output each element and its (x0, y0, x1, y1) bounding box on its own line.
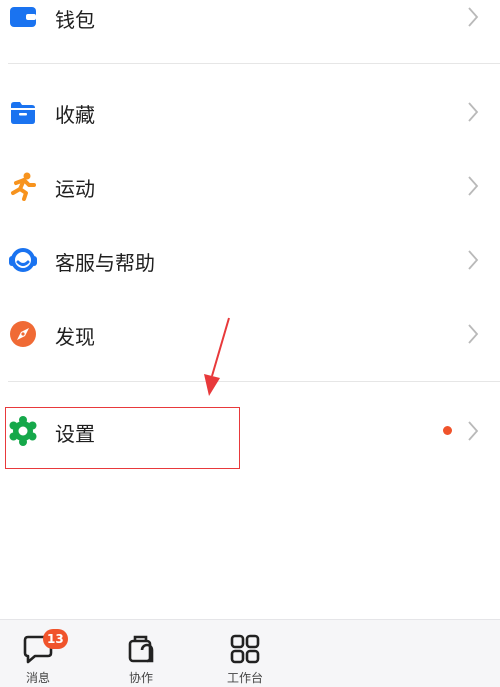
menu-item-label: 运动 (55, 177, 95, 201)
chevron-right-icon (468, 102, 479, 122)
divider (8, 381, 500, 382)
divider (8, 63, 500, 64)
customer-service-icon (8, 245, 38, 275)
workbench-grid-icon (230, 634, 260, 664)
tab-label: 协作 (128, 671, 153, 685)
menu-item-label: 钱包 (55, 8, 95, 32)
annotation-arrow-icon (204, 317, 230, 396)
unread-count-badge: 13 (43, 629, 68, 649)
collaboration-icon (128, 635, 154, 663)
chevron-right-icon (468, 250, 479, 270)
chevron-right-icon (468, 324, 479, 344)
chevron-right-icon (468, 176, 479, 196)
menu-item-label: 收藏 (55, 103, 95, 127)
menu-item-customer-service[interactable]: 客服与帮助 (0, 236, 500, 284)
wallet-icon (8, 2, 38, 32)
chevron-right-icon (468, 421, 479, 441)
chevron-right-icon (468, 7, 479, 27)
tab-label: 消息 (25, 671, 50, 685)
folder-icon (8, 97, 38, 127)
menu-item-label: 发现 (55, 325, 95, 349)
running-icon (8, 171, 38, 201)
menu-item-label: 客服与帮助 (55, 251, 155, 275)
tab-workbench[interactable]: 工作台 (210, 620, 280, 687)
notification-dot (443, 426, 452, 435)
menu-item-favorites[interactable]: 收藏 (0, 88, 500, 136)
tab-messages[interactable]: 13 消息 (3, 620, 73, 687)
menu-item-wallet[interactable]: 钱包 (0, 0, 500, 34)
compass-icon (8, 319, 38, 349)
annotation-highlight-box (5, 407, 240, 469)
menu-item-discover[interactable]: 发现 (0, 310, 500, 358)
bottom-tab-bar: 13 消息 协作 工作台 (0, 619, 500, 687)
tab-collaboration[interactable]: 协作 (106, 620, 176, 687)
tab-label: 工作台 (226, 671, 263, 685)
menu-item-sports[interactable]: 运动 (0, 162, 500, 210)
